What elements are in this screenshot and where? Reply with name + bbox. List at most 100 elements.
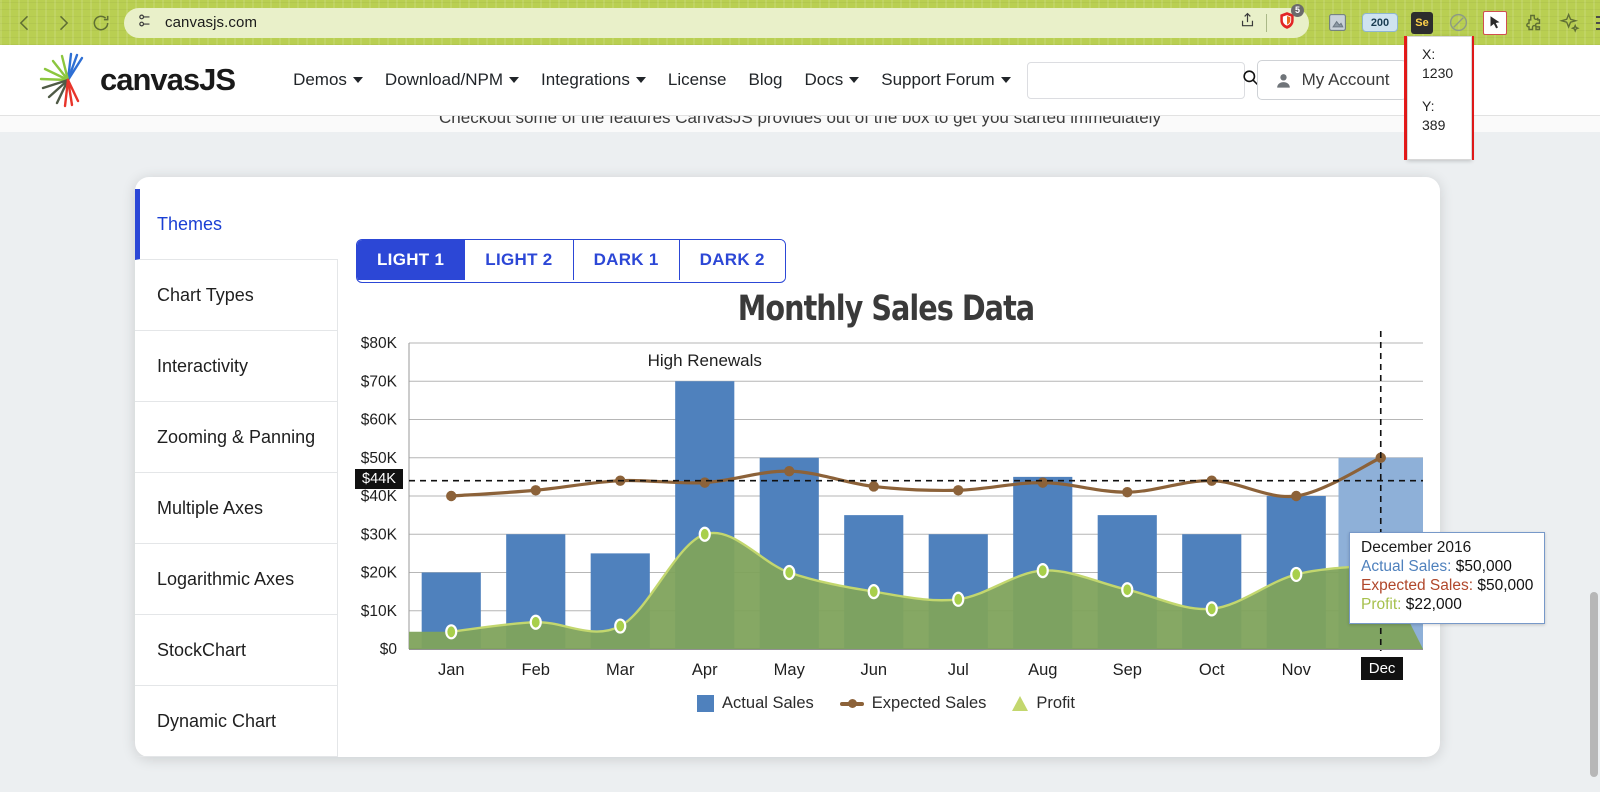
profit-point-aug[interactable] [1038,564,1048,577]
nav-item-support-forum[interactable]: Support Forum [881,70,1010,90]
nav-label-demos: Demos [293,70,347,90]
nav-label-download-npm: Download/NPM [385,70,503,90]
forward-arrow-icon[interactable] [46,6,80,40]
y-axis-tick-label: $80K [361,335,398,352]
canvasjs-logo[interactable]: canvasJS [38,52,235,108]
my-account-label: My Account [1302,70,1390,90]
profit-point-mar[interactable] [615,620,625,633]
profit-point-jun[interactable] [869,585,879,598]
sidebar-item-stockchart[interactable]: StockChart [135,615,338,686]
chevron-down-icon [636,77,646,83]
expected-point-jun[interactable] [869,481,879,491]
expected-point-jul[interactable] [953,485,963,495]
x-axis-tick-label: Jul [948,661,969,679]
sidebar-item-multiple-axes[interactable]: Multiple Axes [135,473,338,544]
selenium-extension-icon[interactable]: Se [1411,12,1433,34]
tab-light-1[interactable]: LIGHT 1 [357,240,465,280]
chart-plot[interactable]: $0$10K$20K$30K$40K$50K$60K$70K$80KJanFeb… [341,331,1431,691]
leo-ai-icon[interactable] [1557,11,1581,35]
page-scrollbar-thumb[interactable] [1590,592,1598,777]
url-text: canvasjs.com [165,14,257,31]
legend-item-profit[interactable]: Profit [1012,694,1075,713]
x-axis-tick-label: Jun [860,661,887,679]
share-icon[interactable] [1239,11,1256,34]
profit-point-feb[interactable] [531,616,541,629]
y-axis-tick-label: $20K [361,565,398,582]
profit-point-jan[interactable] [446,625,456,638]
y-axis-tick-label: $60K [361,412,398,429]
tooltip-key-expected-sales: Expected Sales: [1361,577,1473,594]
zoom-200-extension-icon[interactable]: 200 [1362,13,1398,32]
search-box[interactable] [1027,62,1245,99]
legend-item-actual-sales[interactable]: Actual Sales [697,694,814,713]
selenium-label: Se [1415,17,1428,29]
x-axis-tick-label: Apr [692,661,718,679]
back-arrow-icon[interactable] [8,6,42,40]
legend-item-expected-sales[interactable]: Expected Sales [840,694,987,713]
chart-legend: Actual Sales Expected Sales Profit [341,694,1431,713]
expected-point-apr[interactable] [700,477,710,487]
zoom-200-label: 200 [1371,17,1389,29]
legend-label-actual-sales: Actual Sales [722,694,814,713]
reload-icon[interactable] [84,6,118,40]
expected-point-aug[interactable] [1038,477,1048,487]
sidebar-item-zooming-panning[interactable]: Zooming & Panning [135,402,338,473]
tab-dark-2[interactable]: DARK 2 [680,240,785,280]
my-account-button[interactable]: My Account [1257,60,1407,100]
chart-annotation: High Renewals [648,351,762,370]
sidebar-item-interactivity[interactable]: Interactivity [135,331,338,402]
sidebar-label-zooming-panning: Zooming & Panning [157,427,315,448]
brave-shield-icon[interactable]: 5 [1277,10,1297,36]
tab-label-light-2: LIGHT 2 [485,250,552,270]
hamburger-menu-icon[interactable] [1594,11,1600,35]
profit-point-oct[interactable] [1207,602,1217,615]
address-bar[interactable]: canvasjs.com 5 [124,8,1309,38]
sidebar-label-stockchart: StockChart [157,640,246,661]
nav-item-demos[interactable]: Demos [293,70,363,90]
expected-point-may[interactable] [784,466,794,476]
nav-item-blog[interactable]: Blog [748,70,782,90]
address-bar-left: canvasjs.com [136,12,1239,34]
site-header: canvasJS Demos Download/NPM Integrations… [0,45,1600,116]
legend-label-profit: Profit [1036,694,1075,713]
tooltip-row-expected-sales: Expected Sales: $50,000 [1361,577,1533,596]
profit-point-apr[interactable] [700,528,710,541]
profit-point-nov[interactable] [1291,568,1301,581]
cursor-picker-extension-icon[interactable] [1483,11,1507,35]
page-scrollbar[interactable] [1588,132,1600,792]
expected-point-sep[interactable] [1122,487,1132,497]
chevron-down-icon [509,77,519,83]
sidebar-item-dynamic-chart[interactable]: Dynamic Chart [135,686,338,757]
tab-dark-1[interactable]: DARK 1 [574,240,680,280]
chart-container[interactable]: Monthly Sales Data $0$10K$20K$30K$40K$50… [341,289,1431,739]
chevron-down-icon [353,77,363,83]
y-axis-tick-label: $40K [361,488,398,505]
profit-point-sep[interactable] [1122,583,1132,596]
expected-point-jan[interactable] [446,491,456,501]
tab-light-2[interactable]: LIGHT 2 [465,240,573,280]
puzzle-extensions-icon[interactable] [1520,11,1544,35]
user-avatar-icon [1274,71,1293,90]
canvasjs-logo-text: canvasJS [100,62,235,98]
nav-item-docs[interactable]: Docs [805,70,860,90]
nav-item-download-npm[interactable]: Download/NPM [385,70,519,90]
site-settings-icon[interactable] [136,12,153,34]
search-input[interactable] [1038,71,1241,90]
y-axis-tick-label: $0 [380,641,398,658]
profit-point-jul[interactable] [953,593,963,606]
screenshot-extension-icon[interactable] [1325,11,1349,35]
expected-point-nov[interactable] [1291,491,1301,501]
sidebar-item-chart-types[interactable]: Chart Types [135,260,338,331]
nav-item-integrations[interactable]: Integrations [541,70,646,90]
profit-point-may[interactable] [784,566,794,579]
tab-label-dark-1: DARK 1 [594,250,659,270]
sidebar-label-multiple-axes: Multiple Axes [157,498,263,519]
browser-extensions: 200 Se [1309,11,1600,35]
no-entry-extension-icon[interactable] [1446,11,1470,35]
nav-item-license[interactable]: License [668,70,727,90]
sidebar-item-logarithmic-axes[interactable]: Logarithmic Axes [135,544,338,615]
cursor-coordinate-overlay: X: 1230 Y: 389 [1407,36,1472,160]
expected-point-feb[interactable] [531,485,541,495]
sidebar-item-themes[interactable]: Themes [135,189,338,260]
canvasjs-logo-mark [38,52,98,108]
